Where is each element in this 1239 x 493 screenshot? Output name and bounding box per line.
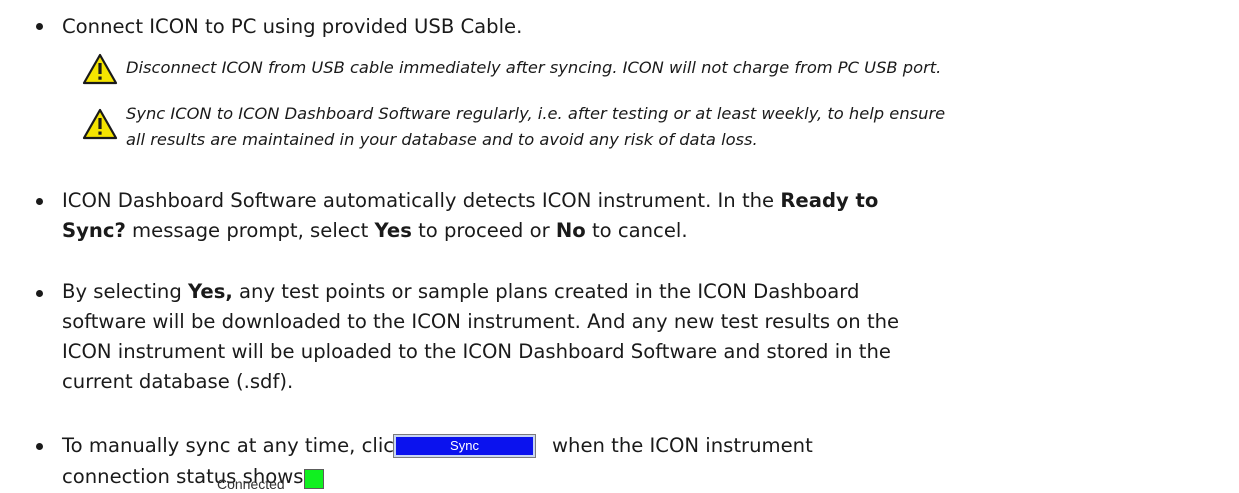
- connection-status: Connected: [208, 466, 334, 493]
- bullet-dot: [36, 198, 43, 205]
- warning-note-text: Disconnect ICON from USB cable immediate…: [126, 58, 942, 77]
- warning-note-text-line-1: Sync ICON to ICON Dashboard Software reg…: [126, 104, 946, 123]
- warning-icon: [82, 53, 118, 85]
- ready-to-sync-term-cont: Sync?: [62, 219, 126, 242]
- warning-note-disconnect: Disconnect ICON from USB cable immediate…: [82, 52, 1232, 88]
- bullet-dot: [36, 443, 43, 450]
- warning-note-text-line-2: all results are maintained in your datab…: [126, 130, 758, 149]
- bullet-text-line-1: ICON Dashboard Software automatically de…: [62, 189, 879, 212]
- bullet-text-line-4: current database (.sdf).: [62, 370, 294, 393]
- yes-term: Yes,: [188, 280, 233, 303]
- bullet-text-line-3: ICON instrument will be uploaded to the …: [62, 340, 891, 363]
- bullet-text: Connect ICON to PC using provided USB Ca…: [62, 15, 523, 38]
- bullet-dot: [36, 23, 43, 30]
- bullet-text-line-2: software will be downloaded to the ICON …: [62, 310, 900, 333]
- bullet-text-after-button: when the ICON instrument: [552, 434, 813, 457]
- ready-to-sync-term: Ready to: [780, 189, 879, 212]
- yes-term: Yes: [374, 219, 412, 242]
- warning-note-sync-regularly: Sync ICON to ICON Dashboard Software reg…: [82, 96, 1232, 160]
- warning-icon: [82, 108, 118, 140]
- bullet-dot: [36, 290, 43, 297]
- bullet-text-line-2: Sync? message prompt, select Yes to proc…: [62, 219, 688, 242]
- connection-indicator-icon: [304, 469, 324, 489]
- no-term: No: [555, 219, 586, 242]
- sync-button[interactable]: Sync: [393, 434, 536, 458]
- connection-status-label: Connected: [217, 476, 285, 492]
- document-page: Connect ICON to PC using provided USB Ca…: [0, 0, 1239, 493]
- bullet-text-line-1: By selecting Yes, any test points or sam…: [62, 280, 860, 303]
